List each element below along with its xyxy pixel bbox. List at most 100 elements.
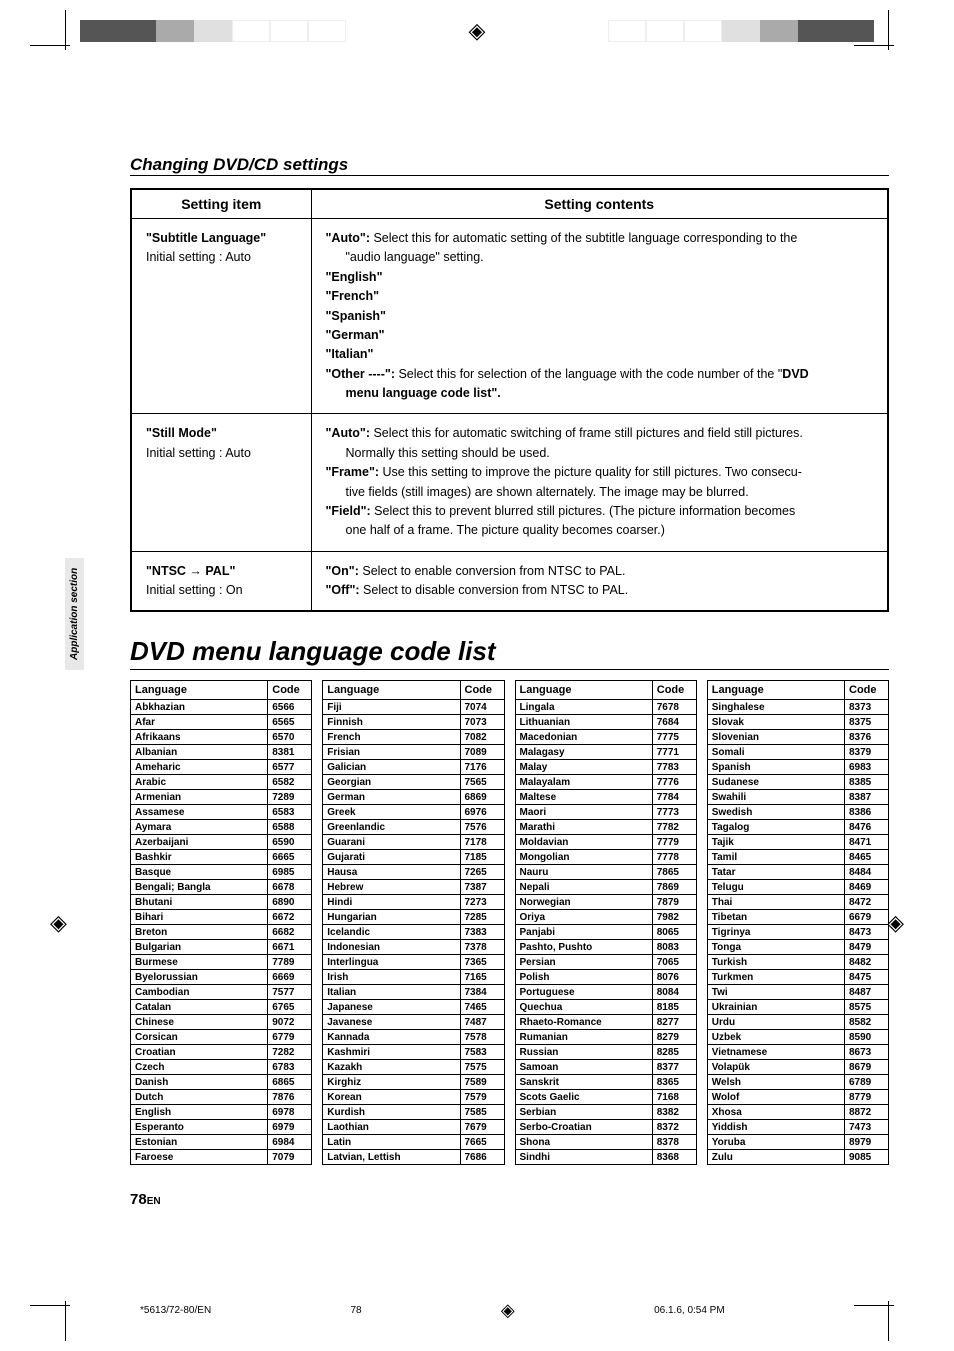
table-row: Kurdish7585 xyxy=(323,1105,504,1120)
table-row: Armenian7289 xyxy=(131,790,312,805)
table-row: Sanskrit8365 xyxy=(515,1075,696,1090)
lang-name: Slovak xyxy=(707,715,844,730)
table-row: Tigrinya8473 xyxy=(707,925,888,940)
lang-code: 7576 xyxy=(460,820,504,835)
table-row: Marathi7782 xyxy=(515,820,696,835)
table-row: Bhutani6890 xyxy=(131,895,312,910)
table-row: Volapük8679 xyxy=(707,1060,888,1075)
table-row: Kazakh7575 xyxy=(323,1060,504,1075)
r2-field: "Field": xyxy=(326,504,375,518)
table-row: Nauru7865 xyxy=(515,865,696,880)
lang-name: Hebrew xyxy=(323,880,460,895)
lang-code: 7789 xyxy=(268,955,312,970)
table-row: Swahili8387 xyxy=(707,790,888,805)
lang-code: 7783 xyxy=(652,760,696,775)
lang-code: 7387 xyxy=(460,880,504,895)
lang-name: Latvian, Lettish xyxy=(323,1150,460,1165)
table-row: Lithuanian7684 xyxy=(515,715,696,730)
lang-name: Swedish xyxy=(707,805,844,820)
lang-code: 8590 xyxy=(845,1030,889,1045)
th: Code xyxy=(460,681,504,700)
table-row: Estonian6984 xyxy=(131,1135,312,1150)
lang-code: 7782 xyxy=(652,820,696,835)
lang-name: Galician xyxy=(323,760,460,775)
lang-code: 8382 xyxy=(652,1105,696,1120)
lang-code: 8372 xyxy=(652,1120,696,1135)
table-row: Afar6565 xyxy=(131,715,312,730)
lang-name: Bulgarian xyxy=(131,940,268,955)
lang-name: Greek xyxy=(323,805,460,820)
table-row: Yiddish7473 xyxy=(707,1120,888,1135)
table-row: Icelandic7383 xyxy=(323,925,504,940)
table-row: Czech6783 xyxy=(131,1060,312,1075)
lang-code: 8679 xyxy=(845,1060,889,1075)
table-row: Indonesian7378 xyxy=(323,940,504,955)
lang-name: Latin xyxy=(323,1135,460,1150)
lang-name: Urdu xyxy=(707,1015,844,1030)
table-row: Telugu8469 xyxy=(707,880,888,895)
table-row: Bulgarian6671 xyxy=(131,940,312,955)
table-row: Thai8472 xyxy=(707,895,888,910)
table-row: Malagasy7771 xyxy=(515,745,696,760)
lang-name: Turkmen xyxy=(707,970,844,985)
pg-main: 78 xyxy=(130,1191,147,1208)
lang-code: 9072 xyxy=(268,1015,312,1030)
lang-name: Guarani xyxy=(323,835,460,850)
table-row: Finnish7073 xyxy=(323,715,504,730)
footer: *5613/72-80/EN 78 ◈ 06.1.6, 0:54 PM xyxy=(0,1300,954,1321)
lang-name: Gujarati xyxy=(323,850,460,865)
lang-code: 8387 xyxy=(845,790,889,805)
lang-code: 7665 xyxy=(460,1135,504,1150)
lang-code: 7378 xyxy=(460,940,504,955)
lang-code: 8979 xyxy=(845,1135,889,1150)
lang-code: 7285 xyxy=(460,910,504,925)
lang-code: 8471 xyxy=(845,835,889,850)
lang-name: Yiddish xyxy=(707,1120,844,1135)
lang-code: 6983 xyxy=(845,760,889,775)
r1-dvd: DVD xyxy=(782,367,808,381)
table-row: Xhosa8872 xyxy=(707,1105,888,1120)
table-row: Cambodian7577 xyxy=(131,985,312,1000)
lang-code: 8479 xyxy=(845,940,889,955)
lang-name: Uzbek xyxy=(707,1030,844,1045)
lang-col-3: LanguageCodeLingala7678Lithuanian7684Mac… xyxy=(515,680,697,1165)
table-row: Galician7176 xyxy=(323,760,504,775)
table-row: Kirghiz7589 xyxy=(323,1075,504,1090)
pg-suffix: EN xyxy=(147,1196,161,1207)
lang-col-4: LanguageCodeSinghalese8373Slovak8375Slov… xyxy=(707,680,889,1165)
table-row: Tibetan6679 xyxy=(707,910,888,925)
table-row: Singhalese8373 xyxy=(707,700,888,715)
table-row: Somali8379 xyxy=(707,745,888,760)
lang-name: Xhosa xyxy=(707,1105,844,1120)
table-row: Panjabi8065 xyxy=(515,925,696,940)
lang-name: Telugu xyxy=(707,880,844,895)
settings-table: Setting item Setting contents "Subtitle … xyxy=(130,188,889,612)
r2-frame-d2: tive fields (still images) are shown alt… xyxy=(326,483,874,502)
lang-name: Abkhazian xyxy=(131,700,268,715)
table-row: Swedish8386 xyxy=(707,805,888,820)
lang-name: Quechua xyxy=(515,1000,652,1015)
lang-code: 6566 xyxy=(268,700,312,715)
table-row: Rumanian8279 xyxy=(515,1030,696,1045)
lang-name: Danish xyxy=(131,1075,268,1090)
lang-name: Moldavian xyxy=(515,835,652,850)
lang-name: Serbo-Croatian xyxy=(515,1120,652,1135)
r1-other: "Other ----": xyxy=(326,367,399,381)
lang-name: Vietnamese xyxy=(707,1045,844,1060)
lang-name: Greenlandic xyxy=(323,820,460,835)
lang-name: Bihari xyxy=(131,910,268,925)
table-row: Pashto, Pushto8083 xyxy=(515,940,696,955)
lang-name: Russian xyxy=(515,1045,652,1060)
table-row: Tagalog8476 xyxy=(707,820,888,835)
lang-name: Rhaeto-Romance xyxy=(515,1015,652,1030)
lang-code: 6570 xyxy=(268,730,312,745)
table-row: Oriya7982 xyxy=(515,910,696,925)
lang-name: Kannada xyxy=(323,1030,460,1045)
lang-code: 7775 xyxy=(652,730,696,745)
lang-code: 8083 xyxy=(652,940,696,955)
table-row: Assamese6583 xyxy=(131,805,312,820)
lang-name: Bhutani xyxy=(131,895,268,910)
lang-col-1: LanguageCodeAbkhazian6566Afar6565Afrikaa… xyxy=(130,680,312,1165)
th-contents: Setting contents xyxy=(311,189,888,219)
lang-name: Estonian xyxy=(131,1135,268,1150)
